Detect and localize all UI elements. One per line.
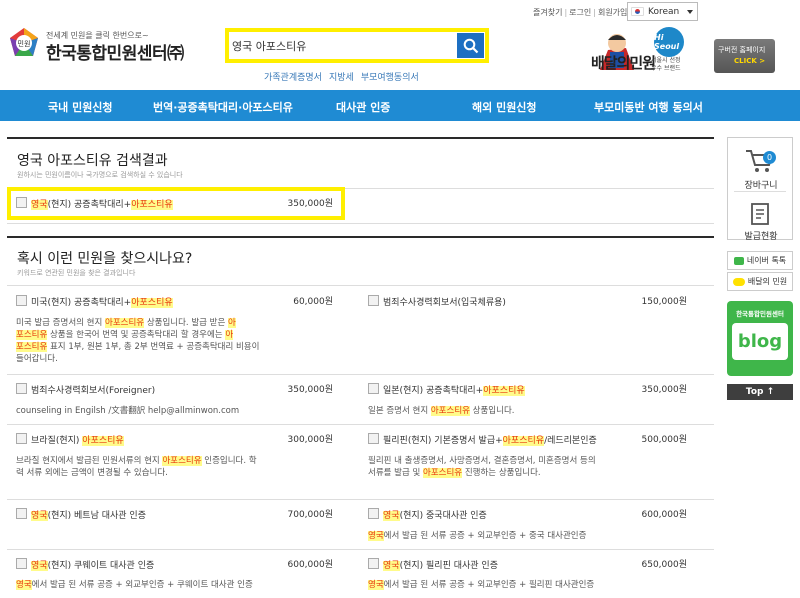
quick-menu-box: 0 장바구니 발급현황 xyxy=(727,137,793,242)
suggest-item-name[interactable]: 영국(현지) 베트남 대사관 인증 xyxy=(16,508,146,521)
blog-caption: 한국통합민원센터 xyxy=(736,310,784,318)
search-icon xyxy=(463,38,478,53)
checkbox[interactable] xyxy=(16,558,27,569)
suggest-item-desc: 미국 발급 증명서의 현지 아포스티유 상품입니다. 발급 받은 아 포스티유 상… xyxy=(16,318,260,364)
kakao-icon xyxy=(732,277,745,286)
document-icon xyxy=(751,203,769,225)
cart-button[interactable]: 0 장바구니 xyxy=(728,138,792,191)
checkbox[interactable] xyxy=(16,433,27,444)
search-button[interactable] xyxy=(457,33,484,58)
baedal-title[interactable]: 배달의민원 xyxy=(591,52,656,73)
naver-talk-button[interactable]: 네이버 톡톡 xyxy=(727,251,793,270)
suggest-item-price: 60,000원 xyxy=(293,297,333,307)
checkbox[interactable] xyxy=(16,383,27,394)
issue-status-label: 발급현황 xyxy=(744,232,778,242)
nav-overseas[interactable]: 해외 민원신청 xyxy=(472,99,537,115)
checkbox[interactable] xyxy=(368,295,379,306)
section-divider xyxy=(7,236,714,238)
cart-label: 장바구니 xyxy=(744,181,778,191)
result-item-price: 350,000원 xyxy=(287,199,334,209)
suggest-item-price: 500,000원 xyxy=(641,435,688,445)
issue-status-button[interactable]: 발급현황 xyxy=(728,193,792,242)
suggest-item-price: 600,000원 xyxy=(287,560,334,570)
kakao-button[interactable]: 배달의 민원 xyxy=(727,272,793,291)
checkbox[interactable] xyxy=(16,197,27,208)
chevron-down-icon xyxy=(687,10,693,14)
language-select[interactable]: Korean xyxy=(627,2,698,21)
logo-badge: 민원 xyxy=(18,39,31,48)
naver-talk-icon xyxy=(733,256,744,265)
section-divider xyxy=(7,137,714,139)
checkbox[interactable] xyxy=(16,295,27,306)
suggest-item-price: 700,000원 xyxy=(287,510,334,520)
cart-count-badge: 0 xyxy=(763,151,776,164)
checkbox[interactable] xyxy=(368,383,379,394)
promo-click: CLICK > xyxy=(734,57,766,65)
main-nav: 국내 민원신청 번역·공증촉탁대리·아포스티유 대사관 인증 해외 민원신청 부… xyxy=(0,90,800,121)
suggest-item-price: 600,000원 xyxy=(641,510,688,520)
site-logo-icon[interactable]: 민원 xyxy=(8,27,40,59)
hiseoul-logo: Hi Seoul xyxy=(654,27,684,57)
nav-embassy[interactable]: 대사관 인증 xyxy=(336,99,390,115)
suggest-item-desc: counseling in Engilsh /文書翻訳 help@allminw… xyxy=(16,406,240,416)
checkbox[interactable] xyxy=(368,433,379,444)
logo-text[interactable]: 한국통합민원센터㈜ xyxy=(46,39,184,64)
link-favorites[interactable]: 즐겨찾기 xyxy=(533,8,562,17)
checkbox[interactable] xyxy=(368,508,379,519)
suggest-item-price: 300,000원 xyxy=(287,435,334,445)
link-login[interactable]: 로그인 xyxy=(569,8,591,17)
promo-text: 구버전 홈페이지 xyxy=(718,46,766,54)
suggest-item-desc: 일본 증명서 현지 아포스티유 상품입니다. xyxy=(368,406,515,416)
suggest-item-name[interactable]: 영국(현지) 중국대사관 인증 xyxy=(368,508,487,521)
site-header: 즐겨찾기 | 로그인 | 회원가입 Korean 민원 전세계 민원을 클릭 한번으로~… xyxy=(0,0,800,90)
checkbox[interactable] xyxy=(368,558,379,569)
quick-link-localtax[interactable]: 지방세 xyxy=(329,73,354,83)
language-value: Korean xyxy=(648,6,680,17)
suggest-item-name[interactable]: 필리핀(현지) 기본증명서 발급+아포스티유/레드리본인증 xyxy=(368,433,597,446)
checkbox[interactable] xyxy=(16,508,27,519)
nav-translation[interactable]: 번역·공증촉탁대리·아포스티유 xyxy=(153,99,293,115)
search-input[interactable] xyxy=(232,36,454,56)
korea-flag-icon xyxy=(631,7,644,16)
suggest-item-desc: 영국에서 발급 된 서류 공증 + 외교부인증 + 필리핀 대사관인증 xyxy=(368,580,595,590)
blog-word: blog xyxy=(732,323,788,360)
suggest-subtitle: 키워드로 연관된 민원을 찾은 결과입니다 xyxy=(17,269,136,277)
quick-link-family[interactable]: 가족관계증명서 xyxy=(264,73,322,83)
nav-travel-consent[interactable]: 부모미동반 여행 동의서 xyxy=(594,99,703,115)
results-title: 영국 아포스티유 검색결과 xyxy=(17,153,168,169)
suggest-item-name[interactable]: 브라질(현지) 아포스티유 xyxy=(16,433,124,446)
old-homepage-banner[interactable]: 구버전 홈페이지 CLICK > xyxy=(714,39,775,73)
suggest-item-name[interactable]: 범죄수사경력회보서(Foreigner) xyxy=(16,383,155,396)
main-content: 영국 아포스티유 검색결과 원하시는 민원이름이나 국가명으로 검색하실 수 있… xyxy=(7,137,714,598)
quick-links: 가족관계증명서 지방세 부모여행동의서 xyxy=(264,70,426,83)
suggest-item-name[interactable]: 범죄수사경력회보서(입국체류용) xyxy=(368,295,506,308)
suggest-item-price: 650,000원 xyxy=(641,560,688,570)
suggest-item-desc: 영국에서 발급 된 서류 공증 + 외교부인증 + 중국 대사관인증 xyxy=(368,531,587,541)
scroll-top-button[interactable]: Top ↑ xyxy=(727,384,793,400)
blog-banner[interactable]: 한국통합민원센터 blog xyxy=(727,301,793,376)
suggest-item-name[interactable]: 영국(현지) 쿠웨이트 대사관 인증 xyxy=(16,558,154,571)
suggest-item-price: 350,000원 xyxy=(287,385,334,395)
search-box xyxy=(225,28,489,63)
suggest-item-price: 150,000원 xyxy=(641,297,688,307)
hiseoul-caption: 서울시 선정 우수 브랜드 xyxy=(651,57,681,72)
suggest-item-desc: 브라질 현지에서 발급된 민원서류의 현지 아포스티유 인증입니다. 학력 서류… xyxy=(16,456,257,478)
suggest-item-desc: 영국에서 발급 된 서류 공증 + 외교부인증 + 쿠웨이트 대사관 인증 xyxy=(16,580,253,590)
result-item-name[interactable]: 영국(현지) 공증촉탁대리+아포스티유 xyxy=(16,197,173,210)
top-links: 즐겨찾기 | 로그인 | 회원가입 xyxy=(533,8,628,17)
suggest-item-price: 350,000원 xyxy=(641,385,688,395)
nav-domestic[interactable]: 국내 민원신청 xyxy=(48,99,113,115)
quick-link-travel-consent[interactable]: 부모여행동의서 xyxy=(361,73,419,83)
suggest-item-desc: 필리핀 내 출생증명서, 사망증명서, 결혼증명서, 미혼증명서 등의 서류를 발… xyxy=(368,456,596,478)
link-signup[interactable]: 회원가입 xyxy=(598,8,627,17)
suggest-item-name[interactable]: 미국(현지) 공증촉탁대리+아포스티유 xyxy=(16,295,173,308)
suggest-title: 혹시 이런 민원을 찾으시나요? xyxy=(17,251,193,267)
suggest-item-name[interactable]: 영국(현지) 필리핀 대사관 인증 xyxy=(368,558,498,571)
results-subtitle: 원하시는 민원이름이나 국가명으로 검색하실 수 있습니다 xyxy=(17,171,183,179)
suggest-item-name[interactable]: 일본(현지) 공증촉탁대리+아포스티유 xyxy=(368,383,525,396)
